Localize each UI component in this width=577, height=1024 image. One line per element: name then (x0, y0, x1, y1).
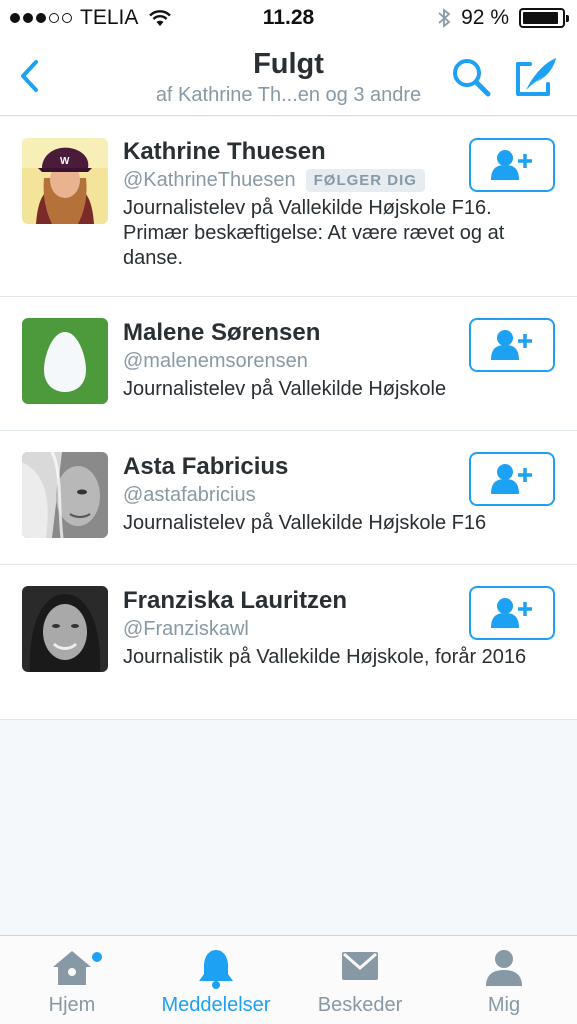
user-handle: @astafabricius (123, 484, 256, 506)
add-user-icon (491, 598, 532, 628)
user-name[interactable]: Asta Fabricius (123, 453, 443, 481)
user-row[interactable]: Franziska Lauritzen @Franziskawl Journal… (0, 565, 577, 720)
user-photo-image (22, 452, 108, 538)
tab-label: Mig (487, 994, 521, 1016)
user-photo-image (22, 586, 108, 672)
follow-button[interactable] (469, 452, 555, 506)
user-row[interactable]: Malene Sørensen @malenemsorensen Journal… (0, 297, 577, 431)
user-handle: @malenemsorensen (123, 350, 308, 372)
user-info: Kathrine Thuesen @KathrineThuesen FØLGER… (123, 138, 504, 271)
handle-line: @astafabricius (123, 484, 443, 507)
tab-label: Hjem (48, 994, 96, 1016)
tab-label: Meddelelser (161, 994, 271, 1016)
person-icon (486, 950, 522, 986)
search-icon[interactable] (450, 56, 492, 98)
notification-dot (92, 952, 102, 962)
user-info: Asta Fabricius @astafabricius Journalist… (123, 453, 486, 536)
status-bar: TELIA 11.28 92 % (0, 0, 577, 38)
egg-avatar-icon (22, 318, 108, 404)
home-icon (53, 951, 91, 985)
user-row[interactable]: W Kathrine Thuesen @KathrineThuesen FØLG… (0, 117, 577, 297)
add-user-icon (491, 464, 532, 494)
envelope-icon (342, 952, 378, 980)
user-row[interactable]: Asta Fabricius @astafabricius Journalist… (0, 431, 577, 565)
follow-button[interactable] (469, 138, 555, 192)
handle-line: @malenemsorensen (123, 350, 443, 373)
tab-bar: Hjem Meddelelser Beskeder Mig (0, 935, 577, 1024)
tab-me[interactable]: Mig (432, 936, 576, 1024)
tab-notifications[interactable]: Meddelelser (144, 936, 288, 1024)
add-user-icon (491, 330, 532, 360)
bluetooth-icon (438, 8, 451, 28)
user-bio: Journalistelev på Vallekilde Højskole (123, 378, 447, 400)
avatar[interactable] (22, 452, 108, 538)
user-name[interactable]: Kathrine Thuesen (123, 138, 443, 166)
avatar[interactable] (22, 586, 108, 672)
follows-you-badge: FØLGER DIG (305, 169, 425, 192)
user-info: Malene Sørensen @malenemsorensen Journal… (123, 319, 446, 402)
handle-line: @Franziskawl (123, 618, 443, 641)
user-handle: @Franziskawl (123, 618, 249, 640)
avatar[interactable]: W (22, 138, 108, 224)
nav-bar: Fulgt af Kathrine Th...en og 3 andre (0, 38, 577, 116)
avatar[interactable] (22, 318, 108, 404)
tab-home[interactable]: Hjem (0, 936, 144, 1024)
follow-button[interactable] (469, 586, 555, 640)
user-name[interactable]: Malene Sørensen (123, 319, 443, 347)
user-bio: Journalistelev på Vallekilde Højskole F1… (123, 512, 487, 534)
battery-icon (519, 8, 569, 28)
compose-tweet-icon[interactable] (514, 54, 560, 98)
user-info: Franziska Lauritzen @Franziskawl Journal… (123, 587, 526, 670)
svg-text:W: W (60, 156, 70, 167)
add-user-icon (491, 150, 532, 180)
tab-label: Beskeder (317, 994, 403, 1016)
following-list: W Kathrine Thuesen @KathrineThuesen FØLG… (0, 117, 577, 720)
handle-line: @KathrineThuesen FØLGER DIG (123, 169, 443, 192)
bell-icon (199, 950, 233, 989)
user-photo-image: W (22, 138, 108, 224)
user-name[interactable]: Franziska Lauritzen (123, 587, 443, 615)
user-handle: @KathrineThuesen (123, 169, 296, 191)
battery-fill (523, 12, 558, 24)
battery-percent: 92 % (461, 6, 509, 29)
status-right: 92 % (437, 6, 569, 30)
user-bio: Journalistelev på Vallekilde Højskole F1… (123, 197, 505, 269)
tab-messages[interactable]: Beskeder (288, 936, 432, 1024)
follow-button[interactable] (469, 318, 555, 372)
user-bio: Journalistik på Vallekilde Højskole, for… (123, 646, 527, 668)
